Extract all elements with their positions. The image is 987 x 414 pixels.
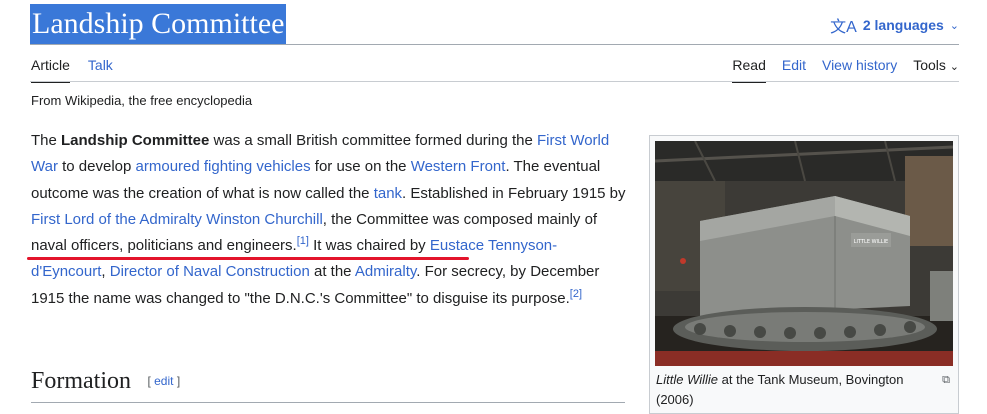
little-willie-photo[interactable]: LITTLE WILLIE	[655, 141, 953, 366]
language-button[interactable]: 文A 2 languages ⌄	[830, 13, 959, 37]
infobox: LITTLE WILLIE Little Willie at the Tank …	[649, 135, 959, 414]
edit-section-link[interactable]: edit	[154, 374, 173, 388]
tab-read[interactable]: Read	[732, 56, 766, 83]
bracket: ]	[173, 374, 181, 388]
language-label: 2 languages	[862, 17, 944, 33]
link-admiralty[interactable]: Admiralty	[355, 263, 416, 280]
link-winston-churchill[interactable]: Winston Churchill	[206, 211, 323, 228]
tab-view-history[interactable]: View history	[822, 56, 897, 80]
site-tagline: From Wikipedia, the free encyclopedia	[31, 93, 253, 108]
section-title: Formation	[31, 368, 131, 394]
tabs-divider	[30, 81, 959, 82]
lead-paragraph: The Landship Committee was a small Briti…	[31, 128, 626, 312]
tab-article[interactable]: Article	[31, 56, 70, 83]
namespace-tabs: Article Talk	[31, 56, 113, 83]
reference-1[interactable]: [1]	[297, 235, 309, 247]
tank-image: LITTLE WILLIE	[655, 141, 953, 366]
text: ,	[101, 263, 110, 281]
page-title: Landship Committee	[30, 4, 287, 44]
enlarge-icon[interactable]: ⧉	[942, 374, 950, 387]
link-director-of-naval-construction[interactable]: Director of Naval Construction	[110, 263, 310, 280]
reference-2[interactable]: [2]	[570, 288, 582, 300]
title-divider	[30, 44, 959, 45]
tab-edit[interactable]: Edit	[782, 56, 806, 80]
view-tabs: Read Edit View history Tools ⌄	[732, 56, 959, 83]
article-subject: Landship Committee	[61, 132, 210, 149]
image-caption: Little Willie at the Tank Museum, Boving…	[656, 370, 936, 410]
chevron-down-icon: ⌄	[949, 61, 959, 73]
translate-icon: 文A	[830, 19, 857, 36]
text: at the	[309, 263, 355, 281]
text: The	[31, 132, 62, 149]
tank-name-plate: LITTLE WILLIE	[854, 239, 888, 245]
text: . Established in February 1915 by	[402, 184, 626, 202]
chevron-down-icon: ⌄	[949, 19, 959, 32]
tools-label: Tools	[913, 57, 946, 73]
tab-talk[interactable]: Talk	[88, 56, 113, 80]
caption-title: Little Willie	[656, 372, 719, 387]
tools-menu[interactable]: Tools ⌄	[913, 56, 959, 80]
text: was a small British committee formed dur…	[209, 132, 537, 149]
link-tank[interactable]: tank	[374, 185, 402, 202]
text: It was chaired by	[308, 237, 430, 255]
annotation-underline	[27, 257, 469, 260]
text: to develop	[57, 158, 136, 176]
link-western-front[interactable]: Western Front	[411, 158, 506, 175]
link-armoured-fighting-vehicles[interactable]: armoured fighting vehicles	[136, 158, 311, 175]
section-heading-formation: Formation [ edit ]	[31, 366, 625, 403]
section-edit: [ edit ]	[147, 374, 180, 388]
text: for use on the	[310, 158, 411, 176]
link-first-lord-of-the-admiralty[interactable]: First Lord of the Admiralty	[31, 211, 202, 228]
